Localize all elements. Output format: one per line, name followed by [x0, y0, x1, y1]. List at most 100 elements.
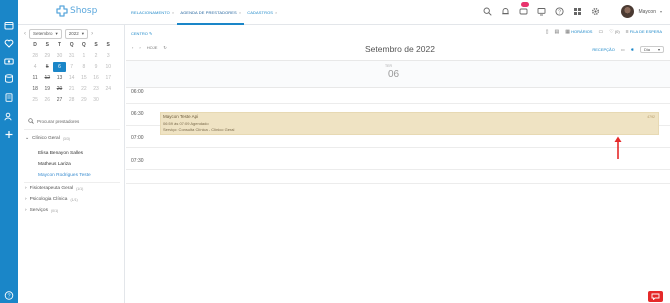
calendar-day[interactable]: 12 [41, 73, 53, 83]
avatar[interactable] [621, 5, 635, 18]
calendar-day[interactable]: 5 [41, 62, 53, 72]
chevron-right-icon[interactable]: › [91, 31, 93, 37]
day-header: TER 06 [126, 60, 670, 88]
bell-icon[interactable] [500, 6, 510, 16]
calendar-day[interactable]: 3 [102, 51, 114, 61]
today-button[interactable]: HOJE [147, 45, 158, 50]
calendar-icon[interactable] [4, 21, 14, 30]
calendar-day[interactable]: 26 [41, 95, 53, 105]
month-select[interactable]: Setembro ▾ [29, 29, 62, 39]
refresh-icon[interactable]: ↻ [163, 45, 166, 50]
calendar-day[interactable]: 28 [29, 51, 41, 61]
close-icon[interactable]: × [275, 10, 277, 15]
provider-item[interactable]: Elisa Benayon Salles [38, 151, 83, 156]
tab-relacionamento[interactable]: RELACIONAMENTO × [128, 0, 177, 25]
recepcao-button[interactable]: RECEPÇÃO [592, 47, 614, 52]
group-count: (0/1) [51, 208, 59, 213]
chevron-left-icon[interactable]: ‹ [132, 45, 133, 50]
appointment-code: 4792 [647, 115, 655, 119]
chevron-right-icon[interactable]: › [139, 45, 140, 50]
help-icon[interactable]: ? [4, 291, 14, 300]
calendar-day[interactable]: 24 [102, 84, 114, 94]
print-icon[interactable]: ▯ [546, 29, 549, 35]
calendar-day[interactable]: 7 [66, 62, 78, 72]
settings-icon[interactable] [590, 6, 600, 16]
calendar-day[interactable]: 27 [53, 95, 65, 105]
calendar-day[interactable]: 14 [66, 73, 78, 83]
close-icon[interactable]: × [172, 10, 174, 15]
calendar-day[interactable]: 19 [41, 84, 53, 94]
calendar-day[interactable]: 23 [90, 84, 102, 94]
weekday-label: S [94, 42, 98, 48]
database-icon[interactable] [4, 74, 14, 83]
document-icon[interactable]: ▭ [598, 29, 603, 35]
calendar-day[interactable]: 2 [90, 51, 102, 61]
group-clinico-geral[interactable]: ⌄ Clínico Geral (3/3) [25, 136, 70, 141]
calendar-day[interactable]: 1 [78, 51, 90, 61]
user-menu[interactable]: Maycon ▾ [621, 5, 662, 18]
heart-icon[interactable] [4, 39, 14, 48]
centro-selector[interactable]: CENTRO ✎ [131, 31, 152, 36]
money-icon[interactable] [4, 57, 14, 66]
calendar-list-icon[interactable]: ▤ [555, 29, 560, 35]
user-settings-icon[interactable] [4, 112, 14, 121]
settings-icon[interactable]: ✱ [631, 47, 634, 52]
chevron-right-icon: › [25, 197, 27, 202]
calendar-day[interactable]: 21 [66, 84, 78, 94]
grid-icon[interactable] [572, 6, 582, 16]
document-icon[interactable] [4, 93, 14, 102]
list-icon: ≡ [625, 29, 629, 35]
calendar-day[interactable]: 8 [78, 62, 90, 72]
horarios-button[interactable]: ▦ HORÁRIOS [565, 29, 592, 35]
calendar-day[interactable]: 10 [102, 62, 114, 72]
calendar-day[interactable]: 15 [78, 73, 90, 83]
provider-search[interactable]: Procurar prestadores [28, 118, 79, 124]
calendar-day[interactable]: 29 [78, 95, 90, 105]
group-psicologia-clinica[interactable]: › Psicologia Clínica (1/1) [25, 197, 78, 202]
app-logo[interactable]: Shosp [56, 5, 97, 17]
weekday-label: S [45, 42, 49, 48]
provider-item[interactable]: Matheus Lariza [38, 162, 71, 167]
group-fisioterapeuta-geral[interactable]: › Fisioterapeuta Geral (1/1) [25, 186, 83, 191]
tab-cadastros[interactable]: CADASTROS × [244, 0, 280, 25]
calendar-day[interactable]: 22 [78, 84, 90, 94]
date-navigation: ‹ › HOJE ↻ [132, 45, 167, 50]
chat-icon[interactable] [518, 2, 529, 16]
group-count: (1/1) [76, 186, 84, 191]
calendar-day[interactable]: 20 [53, 84, 65, 94]
chevron-down-icon[interactable]: ▾ [660, 9, 662, 14]
calendar-day[interactable]: 13 [53, 73, 65, 83]
fila-de-espera-button[interactable]: ≡ FILA DE ESPERA [626, 29, 662, 35]
calendar-day[interactable]: 29 [41, 51, 53, 61]
year-select[interactable]: 2022 ▾ [64, 29, 89, 39]
tab-agenda-de-prestadores[interactable]: AGENDA DE PRESTADORES × [177, 0, 245, 25]
plus-icon[interactable] [4, 130, 14, 139]
chevron-left-icon[interactable]: ‹ [24, 31, 26, 37]
calendar-day[interactable] [102, 95, 114, 105]
group-servicos[interactable]: › Serviços (0/1) [25, 208, 58, 213]
search-icon[interactable] [482, 6, 492, 16]
calendar-day[interactable]: 18 [29, 84, 41, 94]
calendar-day[interactable]: 30 [90, 95, 102, 105]
heart-counter[interactable]: ♡ (0) [609, 29, 620, 35]
search-input[interactable]: Procurar prestadores [37, 119, 79, 124]
view-select[interactable]: Dia ▾ [639, 46, 664, 53]
chat-widget-button[interactable] [648, 291, 663, 302]
monitor-icon[interactable]: ▭ [621, 47, 625, 52]
close-icon[interactable]: × [239, 10, 241, 15]
provider-item-selected[interactable]: Maycon Rodrigues Teste [38, 173, 91, 178]
time-label: 06:30 [131, 111, 144, 117]
calendar-day[interactable]: 31 [66, 51, 78, 61]
calendar-day[interactable]: 17 [102, 73, 114, 83]
help-icon[interactable]: ? [554, 6, 564, 16]
appointment-card[interactable]: Maycon Teste Api 06:59 às 07:09 Agendado… [160, 112, 659, 135]
calendar-day-selected[interactable]: 6 [53, 62, 66, 72]
calendar-day[interactable]: 11 [29, 73, 41, 83]
calendar-day[interactable]: 9 [90, 62, 102, 72]
calendar-day[interactable]: 30 [53, 51, 65, 61]
calendar-day[interactable]: 4 [29, 62, 41, 72]
monitor-icon[interactable] [536, 6, 546, 16]
calendar-day[interactable]: 25 [29, 95, 41, 105]
calendar-day[interactable]: 28 [66, 95, 78, 105]
calendar-day[interactable]: 16 [90, 73, 102, 83]
